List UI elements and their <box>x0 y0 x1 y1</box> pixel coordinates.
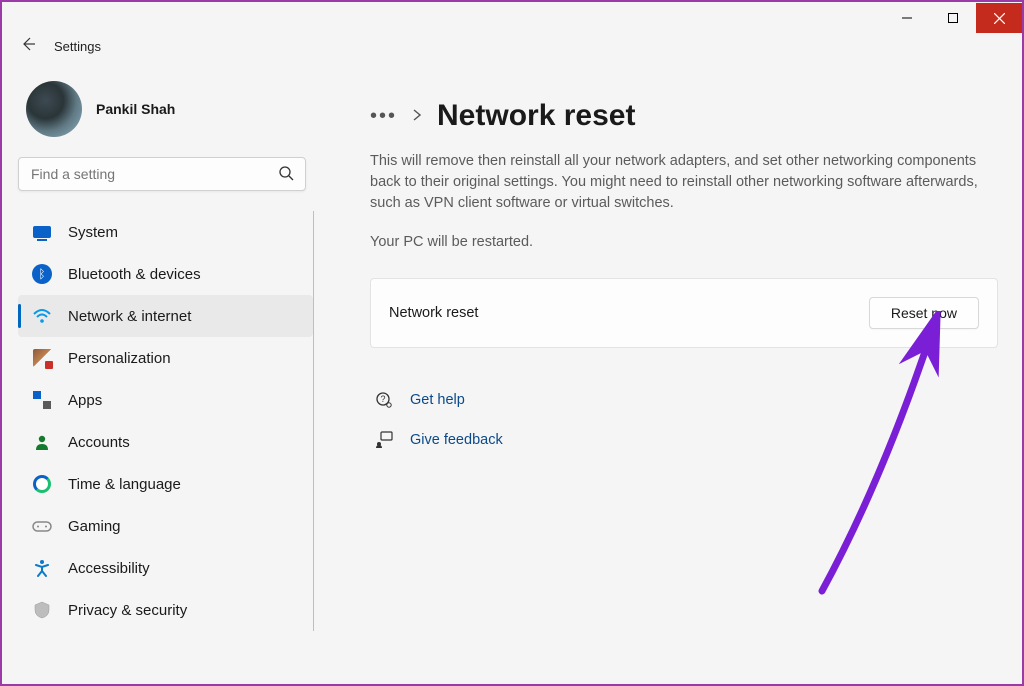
sidebar-item-accessibility[interactable]: Accessibility <box>18 547 313 589</box>
feedback-link-text: Give feedback <box>410 432 503 448</box>
shield-icon <box>32 600 52 620</box>
sidebar-item-accounts[interactable]: Accounts <box>18 421 313 463</box>
help-link-text: Get help <box>410 392 465 408</box>
content-pane: ••• Network reset This will remove then … <box>314 65 1022 675</box>
brush-icon <box>32 348 52 368</box>
card-label: Network reset <box>389 305 478 321</box>
page-description: This will remove then reinstall all your… <box>370 151 990 214</box>
profile-block[interactable]: Pankil Shah <box>18 77 314 157</box>
nav-list: System ᛒ Bluetooth & devices Network & i… <box>18 211 314 631</box>
sidebar-item-label: Accessibility <box>68 560 150 577</box>
user-icon <box>32 432 52 452</box>
page-title: Network reset <box>437 99 635 133</box>
network-reset-card: Network reset Reset now <box>370 278 998 348</box>
window-titlebar <box>2 2 1022 34</box>
sidebar-item-label: Privacy & security <box>68 602 187 619</box>
bluetooth-icon: ᛒ <box>32 264 52 284</box>
sidebar-item-privacy[interactable]: Privacy & security <box>18 589 313 631</box>
gamepad-icon <box>32 516 52 536</box>
get-help-link[interactable]: ? Get help <box>370 382 998 422</box>
breadcrumb: ••• Network reset <box>370 99 998 133</box>
chevron-right-icon <box>413 109 421 124</box>
monitor-icon <box>32 222 52 242</box>
sidebar-item-label: Bluetooth & devices <box>68 266 201 283</box>
window-minimize-button[interactable] <box>884 3 930 33</box>
sidebar-item-label: Apps <box>68 392 102 409</box>
wifi-icon <box>32 306 52 326</box>
help-icon: ? <box>374 390 394 410</box>
window-maximize-button[interactable] <box>930 3 976 33</box>
sidebar-item-time-language[interactable]: Time & language <box>18 463 313 505</box>
sidebar-item-label: System <box>68 224 118 241</box>
sidebar-item-system[interactable]: System <box>18 211 313 253</box>
avatar <box>26 81 82 137</box>
accessibility-icon <box>32 558 52 578</box>
sidebar-item-network[interactable]: Network & internet <box>18 295 313 337</box>
window-close-button[interactable] <box>976 3 1022 33</box>
sidebar-item-label: Network & internet <box>68 308 191 325</box>
app-title: Settings <box>54 39 101 54</box>
sidebar-item-label: Time & language <box>68 476 181 493</box>
sidebar-item-personalization[interactable]: Personalization <box>18 337 313 379</box>
reset-now-button[interactable]: Reset now <box>869 297 979 329</box>
back-arrow-icon[interactable] <box>20 36 36 57</box>
restart-note: Your PC will be restarted. <box>370 234 998 250</box>
give-feedback-link[interactable]: Give feedback <box>370 422 998 462</box>
sidebar-item-label: Gaming <box>68 518 121 535</box>
apps-icon <box>32 390 52 410</box>
feedback-icon <box>374 430 394 450</box>
sidebar-item-gaming[interactable]: Gaming <box>18 505 313 547</box>
profile-name: Pankil Shah <box>96 101 175 117</box>
sidebar: Pankil Shah System ᛒ Bluetooth & devices… <box>2 65 314 675</box>
sidebar-item-bluetooth[interactable]: ᛒ Bluetooth & devices <box>18 253 313 295</box>
svg-text:?: ? <box>380 394 385 404</box>
sidebar-item-apps[interactable]: Apps <box>18 379 313 421</box>
sidebar-item-label: Personalization <box>68 350 171 367</box>
app-header: Settings <box>2 34 1022 65</box>
search-input[interactable] <box>18 157 306 191</box>
sidebar-item-label: Accounts <box>68 434 130 451</box>
search-icon <box>278 165 294 186</box>
breadcrumb-more-icon[interactable]: ••• <box>370 105 397 128</box>
clock-globe-icon <box>32 474 52 494</box>
